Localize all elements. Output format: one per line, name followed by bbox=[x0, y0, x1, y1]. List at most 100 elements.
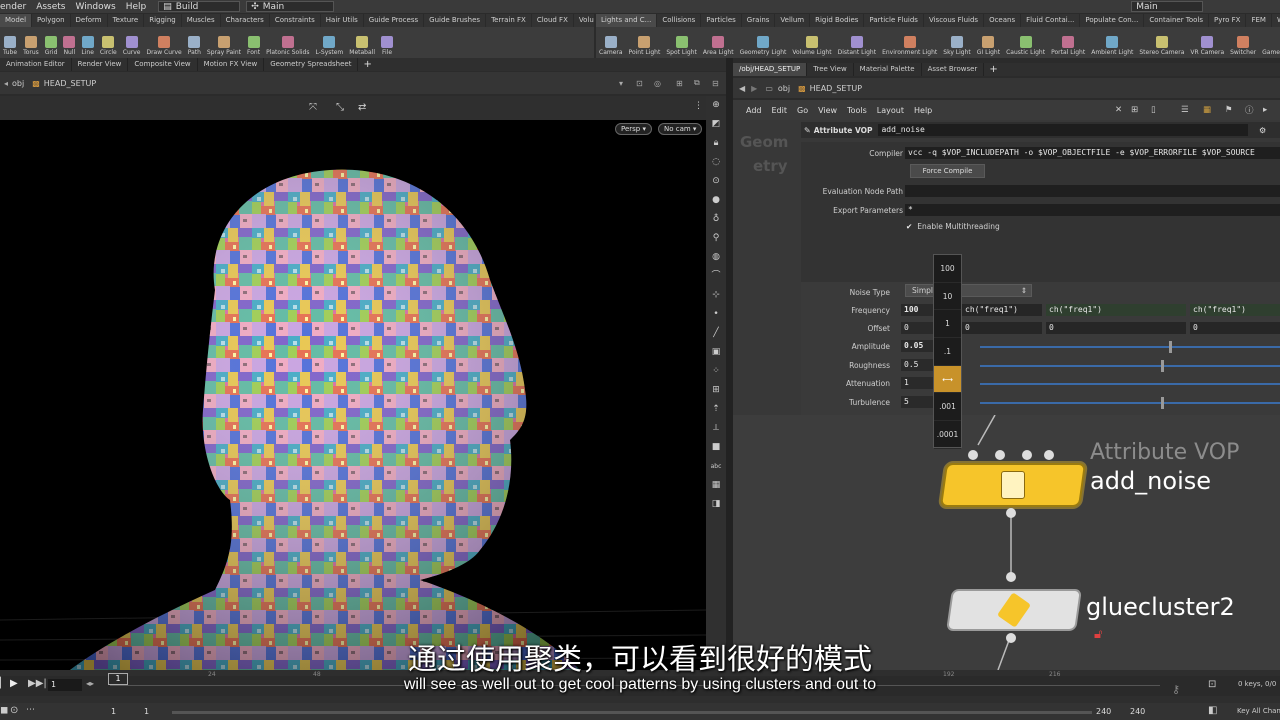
shelf-tool[interactable]: Spot Light bbox=[663, 36, 700, 58]
shelf-tool[interactable]: Spray Paint bbox=[204, 36, 244, 58]
param-slider-knob[interactable] bbox=[1169, 341, 1172, 353]
value-ladder[interactable]: 100 10 1.1 ⟷ .001.0001 bbox=[933, 254, 962, 449]
path-root[interactable]: obj bbox=[12, 79, 24, 88]
primitive-icon[interactable]: ▣ bbox=[711, 347, 722, 358]
camera-menu[interactable]: No cam ▾ bbox=[658, 123, 703, 135]
shelf-tool[interactable]: Platonic Solids bbox=[263, 36, 312, 58]
shelf-tool[interactable]: Curve bbox=[120, 36, 144, 58]
param-slider-track[interactable] bbox=[980, 346, 1280, 348]
shelf-tab[interactable]: Populate Con... bbox=[1080, 14, 1145, 27]
right-path-root[interactable]: obj bbox=[778, 84, 790, 93]
pane-menu-icon[interactable]: ⊟ bbox=[712, 79, 719, 88]
settings-gear-icon[interactable]: ⚙ bbox=[1259, 126, 1266, 135]
shelf-tab[interactable]: Guide Brushes bbox=[424, 14, 487, 27]
link-icon[interactable]: ⧉ bbox=[694, 78, 700, 88]
shelf-tab[interactable]: Grains bbox=[742, 14, 776, 27]
light-icon[interactable]: ♁ bbox=[711, 214, 722, 225]
param-field[interactable]: 5 bbox=[901, 396, 933, 408]
node-add-noise[interactable] bbox=[939, 463, 1087, 507]
ladder-step[interactable]: 100 bbox=[934, 255, 961, 283]
back-arrow-icon[interactable]: ◀ bbox=[739, 84, 745, 93]
menu-help[interactable]: Help bbox=[126, 2, 147, 12]
range-end[interactable]: 240 bbox=[1096, 707, 1111, 716]
shelf-tab[interactable]: Muscles bbox=[182, 14, 221, 27]
menu-add[interactable]: Add bbox=[746, 106, 762, 115]
path-dropdown-icon[interactable]: ▾ bbox=[619, 79, 623, 88]
param-field-ch[interactable]: ch("freq1") bbox=[1190, 304, 1280, 316]
grid-icon[interactable]: ⊞ bbox=[1131, 105, 1138, 115]
shelf-tab[interactable]: Rigging bbox=[144, 14, 182, 27]
snap-icon[interactable]: ⇄ bbox=[358, 102, 366, 113]
shelf-tab[interactable]: Wires bbox=[1272, 14, 1280, 27]
ladder-step[interactable]: 1 bbox=[934, 310, 961, 339]
box-icon[interactable]: ■ bbox=[711, 442, 722, 453]
shelf-tab[interactable]: Characters bbox=[221, 14, 270, 27]
shelf-tool[interactable]: Draw Curve bbox=[143, 36, 184, 58]
param-field[interactable]: ch("freq1") bbox=[962, 304, 1042, 316]
noise-type-select[interactable]: Simpl ⇕ bbox=[905, 284, 1032, 297]
shelf-tab[interactable]: Fluid Contai... bbox=[1021, 14, 1081, 27]
menu-go[interactable]: Go bbox=[797, 106, 808, 115]
camera-view-icon[interactable]: ▦ bbox=[711, 480, 722, 491]
ladder-step[interactable]: .1 bbox=[934, 338, 961, 366]
display-options-icon[interactable]: ⋮ bbox=[694, 101, 703, 111]
shelf-tool[interactable]: Null bbox=[60, 36, 78, 58]
range-start[interactable]: 1 bbox=[111, 707, 116, 716]
shelf-tab[interactable]: Pyro FX bbox=[1209, 14, 1247, 27]
shelf-tool[interactable]: Torus bbox=[20, 36, 42, 58]
range-slider[interactable] bbox=[172, 711, 1092, 714]
node2-name[interactable]: gluecluster2 bbox=[1086, 593, 1235, 621]
lock-icon[interactable]: 🔒︎ bbox=[711, 138, 722, 149]
shelf-tool[interactable]: Volume Light bbox=[789, 36, 834, 58]
vertex-icon[interactable]: ⁘ bbox=[711, 366, 722, 377]
param-field[interactable]: 100 bbox=[901, 304, 933, 316]
export-params-field[interactable]: * bbox=[905, 204, 1280, 216]
ladder-step[interactable]: 10 bbox=[934, 283, 961, 311]
wrench-icon[interactable]: ✕ bbox=[1115, 105, 1122, 115]
normals-icon[interactable]: ⇡ bbox=[711, 404, 722, 415]
input-connector[interactable] bbox=[995, 450, 1005, 460]
compiler-field[interactable]: vcc -q $VOP_INCLUDEPATH -o $VOP_OBJECTFI… bbox=[905, 147, 1280, 159]
tab-geometry-spreadsheet[interactable]: Geometry Spreadsheet bbox=[264, 58, 359, 71]
viewport-3d[interactable]: Persp ▾ No cam ▾ bbox=[0, 120, 706, 670]
render-icon[interactable]: ◨ bbox=[711, 499, 722, 510]
back-icon[interactable]: ◂ bbox=[4, 79, 8, 88]
display-icon[interactable]: ⊞ bbox=[676, 79, 683, 88]
param-slider-track[interactable] bbox=[980, 383, 1280, 385]
add-tab-button-right[interactable]: + bbox=[984, 64, 1002, 75]
range-end-2[interactable]: 240 bbox=[1130, 707, 1145, 716]
overflow-icon[interactable]: ▸ bbox=[1263, 105, 1267, 115]
shelf-tool[interactable]: Point Light bbox=[626, 36, 664, 58]
settings-icon[interactable]: ⋯ bbox=[26, 705, 35, 715]
shelf-tool[interactable]: Metaball bbox=[346, 36, 378, 58]
multithread-toggle[interactable]: ✔ Enable Multithreading bbox=[906, 222, 1000, 231]
tab-material-palette[interactable]: Material Palette bbox=[854, 63, 922, 76]
view-icon[interactable]: ◩ bbox=[711, 119, 722, 130]
tab-asset-browser[interactable]: Asset Browser bbox=[922, 63, 985, 76]
shelf-tool[interactable]: Camera bbox=[596, 36, 626, 58]
shelf-tab[interactable]: Cloud FX bbox=[532, 14, 574, 27]
text-icon[interactable]: abc bbox=[711, 461, 722, 472]
input-connector[interactable] bbox=[1022, 450, 1032, 460]
shelf-tab[interactable]: Texture bbox=[108, 14, 145, 27]
ghost-icon[interactable]: ◌ bbox=[711, 157, 722, 168]
tab-composite-view[interactable]: Composite View bbox=[128, 58, 198, 71]
force-compile-button[interactable]: Force Compile bbox=[910, 164, 985, 178]
input-connector[interactable] bbox=[1006, 572, 1016, 582]
menu-edit[interactable]: Edit bbox=[772, 106, 788, 115]
add-tab-button[interactable]: + bbox=[358, 59, 376, 70]
shading-icon[interactable]: ◍ bbox=[711, 252, 722, 263]
checkbox-checked-icon[interactable]: ✔ bbox=[906, 222, 912, 231]
path-node[interactable]: HEAD_SETUP bbox=[44, 79, 96, 88]
param-field-ch[interactable]: ch("freq1") bbox=[1046, 304, 1186, 316]
persp-menu[interactable]: Persp ▾ bbox=[615, 123, 652, 135]
shelf-tool[interactable]: Distant Light bbox=[835, 36, 879, 58]
desktop-select[interactable]: ▤ Build bbox=[158, 1, 241, 12]
ladder-step[interactable]: ⟷ bbox=[934, 365, 961, 394]
node-name-field[interactable]: add_noise bbox=[878, 124, 1249, 136]
lasso-icon[interactable]: ⌒ bbox=[711, 271, 722, 282]
transform-icon[interactable]: ⊹ bbox=[711, 290, 722, 301]
main-select[interactable]: ✣ Main bbox=[246, 1, 335, 12]
right-path-node[interactable]: HEAD_SETUP bbox=[810, 84, 862, 93]
menu-render[interactable]: ender bbox=[0, 2, 26, 12]
